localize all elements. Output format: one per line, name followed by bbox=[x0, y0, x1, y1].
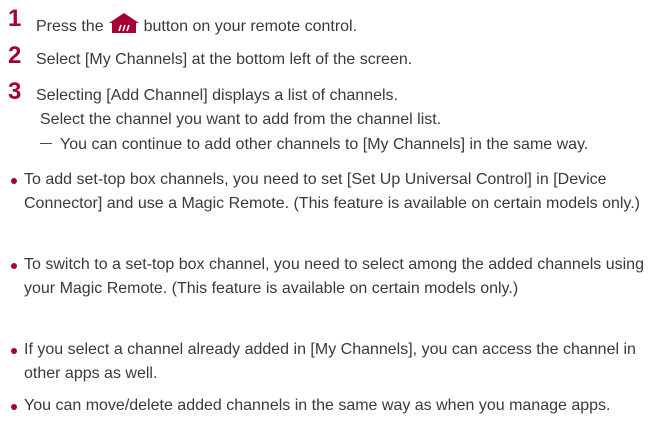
step-text-before: Press the bbox=[36, 18, 104, 35]
step-note: You can continue to add other channels t… bbox=[40, 135, 588, 155]
bullet-text: If you select a channel already added in… bbox=[24, 341, 636, 382]
step-text: Select [My Channels] at the bottom left … bbox=[36, 51, 413, 68]
instruction-page: 1 Press the button on your remote contro… bbox=[0, 0, 654, 441]
step-number: 1 bbox=[8, 5, 22, 32]
bullet-icon bbox=[11, 178, 17, 184]
bullet-icon bbox=[11, 263, 17, 269]
step-text: Press the button on your remote control. bbox=[36, 12, 357, 40]
bullet-icon bbox=[11, 348, 17, 354]
step-continuation: Select the channel you want to add from … bbox=[40, 111, 442, 128]
bullet-text: To switch to a set-top box channel, you … bbox=[24, 256, 644, 297]
bullet-text: You can move/delete added channels in th… bbox=[24, 397, 611, 414]
bullet-text: To add set-top box channels, you need to… bbox=[24, 171, 641, 212]
bullet-icon bbox=[11, 404, 17, 410]
step-note-text: You can continue to add other channels t… bbox=[60, 136, 589, 153]
step-number: 3 bbox=[8, 78, 22, 105]
step-text: Selecting [Add Channel] displays a list … bbox=[36, 87, 398, 104]
step-number: 2 bbox=[8, 42, 22, 69]
home-icon bbox=[108, 12, 140, 40]
dash-icon bbox=[40, 143, 52, 144]
step-text-after: button on your remote control. bbox=[143, 18, 358, 35]
